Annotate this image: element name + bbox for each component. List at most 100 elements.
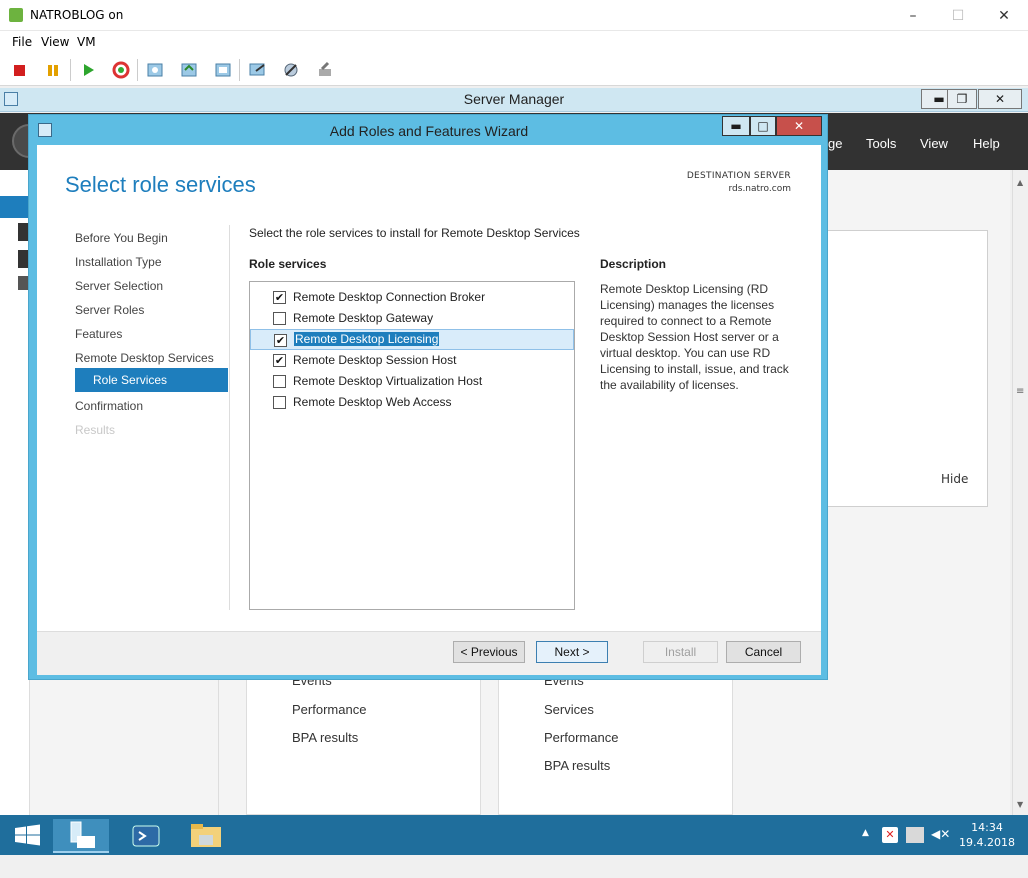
console-view-icon[interactable] [246,59,268,81]
unity-icon[interactable] [314,59,336,81]
sm-maximize-button[interactable]: ❐ [947,89,977,109]
all-servers-icon[interactable] [18,250,28,268]
wizard-body: Select role services DESTINATION SERVER … [37,145,821,675]
wizard-title: Add Roles and Features Wizard [329,123,529,139]
vm-minimize-button[interactable]: – [898,6,928,26]
cancel-button[interactable]: Cancel [726,641,801,663]
checkbox-licensing[interactable]: ✔ [274,334,287,347]
nav-server-roles[interactable]: Server Roles [75,303,144,317]
tile-item-performance[interactable]: Performance [544,730,618,745]
checkbox-virtualization-host[interactable] [273,375,286,388]
vm-settings-icon[interactable] [280,59,302,81]
server-manager-scrollbar[interactable]: ▲ ≡ ▼ [1012,170,1028,815]
start-button[interactable] [6,819,48,851]
nav-role-services-label: Role Services [93,373,168,387]
wizard-minimize-button[interactable]: ▬ [722,116,750,136]
add-roles-wizard: Add Roles and Features Wizard ▬ □ ✕ Sele… [28,114,828,680]
checkbox-session-host[interactable]: ✔ [273,354,286,367]
clock-time: 14:34 [971,821,1003,834]
action-center-icon[interactable]: ✕ [882,827,898,843]
dashboard-icon[interactable] [0,196,30,218]
snapshot-icon[interactable] [144,59,166,81]
next-button[interactable]: Next > [536,641,608,663]
tray-expand-icon[interactable]: ▲ [862,828,869,838]
role-service-label: Remote Desktop Connection Broker [293,290,486,304]
nav-divider [229,225,230,610]
sm-close-button[interactable]: ✕ [978,89,1022,109]
taskbar-clock[interactable]: 14:34 19.4.2018 [950,820,1024,850]
tile-item-services[interactable]: Services [544,702,594,717]
local-server-icon[interactable] [18,223,28,241]
role-service-web-access[interactable]: Remote Desktop Web Access [250,392,574,413]
wizard-close-button[interactable]: ✕ [776,116,822,136]
sm-menu-help[interactable]: Help [973,136,1000,151]
taskbar-server-manager[interactable] [53,819,109,853]
vm-menu-file[interactable]: File [12,35,32,49]
nav-role-services[interactable]: Role Services [75,368,228,392]
toolbar-divider [137,59,138,81]
server-manager-title: Server Manager [463,91,565,107]
vm-titlebar [0,0,1028,31]
role-service-connection-broker[interactable]: ✔ Remote Desktop Connection Broker [250,287,574,308]
suspend-icon[interactable] [42,59,64,81]
nav-results: Results [75,423,116,437]
taskbar-powershell[interactable] [118,819,174,853]
scroll-up-icon[interactable]: ▲ [1017,178,1023,187]
vm-menu-view[interactable]: View [41,35,69,49]
nav-features[interactable]: Features [75,327,122,341]
install-button[interactable]: Install [643,641,718,663]
destination-server-name: rds.natro.com [728,184,792,194]
destination-server-label: DESTINATION SERVER [686,171,791,181]
role-service-label: Remote Desktop Web Access [293,395,452,409]
reset-icon[interactable] [110,59,132,81]
network-icon[interactable] [906,827,924,843]
scroll-grip-icon[interactable]: ≡ [1016,386,1024,397]
nav-server-selection[interactable]: Server Selection [75,279,163,293]
nav-installation-type[interactable]: Installation Type [75,255,162,269]
previous-button[interactable]: < Previous [453,641,525,663]
hide-link[interactable]: Hide [941,472,968,486]
snapshot-manager-icon[interactable] [212,59,234,81]
checkbox-web-access[interactable] [273,396,286,409]
nav-before-you-begin[interactable]: Before You Begin [75,231,168,245]
role-service-label: Remote Desktop Session Host [293,353,457,367]
nav-remote-desktop-services[interactable]: Remote Desktop Services [75,351,214,365]
vmware-icon [9,8,23,22]
instruction-text: Select the role services to install for … [249,226,580,240]
vm-status-strip [0,855,1028,878]
role-service-virtualization-host[interactable]: Remote Desktop Virtualization Host [250,371,574,392]
welcome-panel [826,230,988,507]
vm-menubar [0,31,1028,53]
role-service-gateway[interactable]: Remote Desktop Gateway [250,308,574,329]
taskbar-file-explorer[interactable] [178,819,234,853]
tile-item-performance[interactable]: Performance [292,702,366,717]
role-service-label: Remote Desktop Licensing [294,332,440,346]
revert-snapshot-icon[interactable] [178,59,200,81]
description-text: Remote Desktop Licensing (RD Licensing) … [600,282,789,392]
role-services-list: ✔ Remote Desktop Connection Broker Remot… [249,281,575,610]
volume-muted-icon[interactable]: ◀✕ [931,827,950,843]
vm-close-button[interactable]: ✕ [989,6,1019,26]
vm-toolbar [0,53,1028,86]
sm-menu-view[interactable]: View [920,136,948,151]
server-manager-sidebar [0,170,30,815]
nav-confirmation[interactable]: Confirmation [75,399,143,413]
vm-maximize-button[interactable]: ☐ [943,6,973,26]
vm-menu-vm[interactable]: VM [77,35,96,49]
sm-menu-tools[interactable]: Tools [866,136,896,151]
role-tile-right: Events Services Performance BPA results [498,668,733,815]
power-on-icon[interactable] [77,59,99,81]
role-service-licensing[interactable]: ✔ Remote Desktop Licensing [250,329,574,350]
checkbox-gateway[interactable] [273,312,286,325]
file-storage-icon[interactable] [18,276,28,290]
server-manager-titlebar: Server Manager [0,88,1028,112]
checkbox-connection-broker[interactable]: ✔ [273,291,286,304]
content-divider [218,680,219,815]
power-off-icon[interactable] [8,59,30,81]
wizard-maximize-button[interactable]: □ [750,116,776,136]
scroll-down-icon[interactable]: ▼ [1017,800,1023,809]
tile-item-bpa-results[interactable]: BPA results [544,758,610,773]
tile-item-bpa-results[interactable]: BPA results [292,730,358,745]
sm-menu-manage[interactable]: ge [828,136,842,151]
role-service-session-host[interactable]: ✔ Remote Desktop Session Host [250,350,574,371]
